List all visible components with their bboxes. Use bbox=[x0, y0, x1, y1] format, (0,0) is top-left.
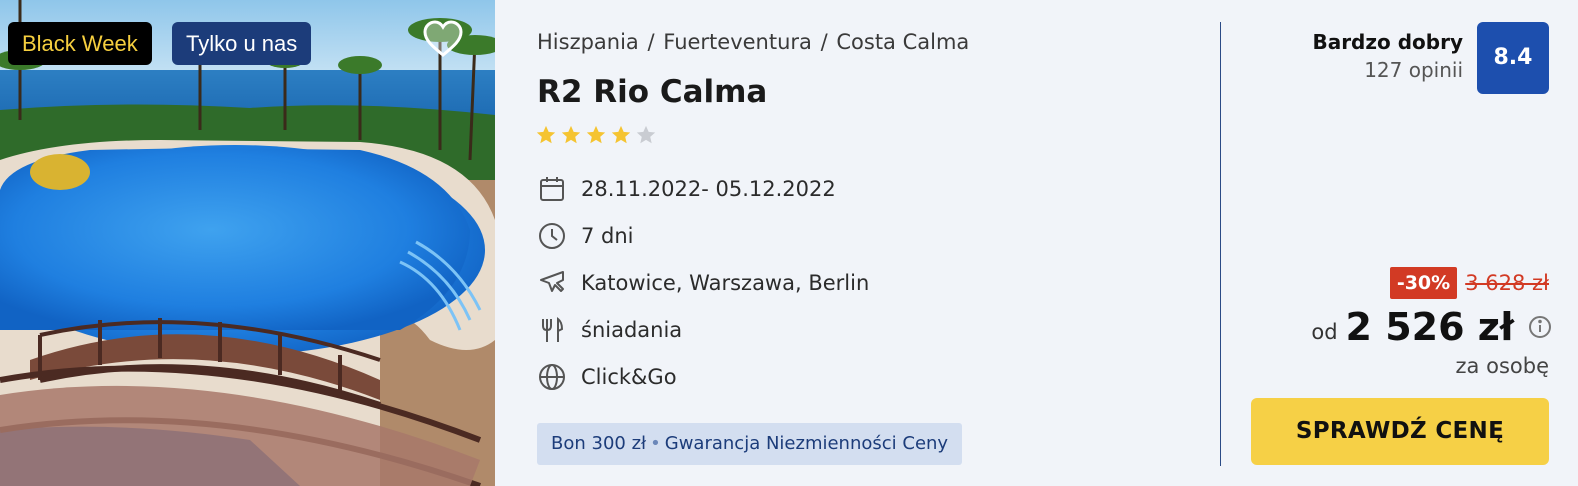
dates-text: 28.11.2022- 05.12.2022 bbox=[581, 177, 836, 201]
rating-label: Bardzo dobry bbox=[1312, 30, 1463, 54]
plane-icon bbox=[537, 268, 567, 298]
black-week-badge: Black Week bbox=[8, 22, 152, 65]
old-price: 3 628 zł bbox=[1465, 271, 1549, 295]
pool-illustration bbox=[0, 0, 495, 486]
breadcrumb-separator: / bbox=[820, 30, 828, 54]
per-person-label: za osobę bbox=[1455, 354, 1549, 378]
price-from-label: od bbox=[1311, 320, 1338, 344]
operator-row: Click&Go bbox=[537, 362, 677, 392]
hotel-photo[interactable]: Black Week Tylko u nas bbox=[0, 0, 495, 486]
breadcrumb-separator: / bbox=[647, 30, 655, 54]
star-filled-icon bbox=[536, 125, 556, 144]
breadcrumb-region[interactable]: Fuerteventura bbox=[663, 30, 812, 54]
exclusive-badge: Tylko u nas bbox=[172, 22, 312, 65]
promo-banner[interactable]: Bon 300 zł • Gwarancja Niezmienności Ceny bbox=[537, 423, 963, 465]
breadcrumb-city[interactable]: Costa Calma bbox=[836, 30, 969, 54]
star-filled-icon bbox=[611, 125, 631, 144]
duration-text: 7 dni bbox=[581, 224, 634, 248]
promo-dot: • bbox=[650, 433, 661, 454]
price-row: od 2 526 zł bbox=[1311, 305, 1552, 349]
discount-row: -30% 3 628 zł bbox=[1389, 267, 1549, 299]
duration-row: 7 dni bbox=[537, 221, 634, 251]
reviews-count[interactable]: 127 opinii bbox=[1364, 58, 1463, 82]
rating-score-badge: 8.4 bbox=[1477, 22, 1549, 94]
clock-icon bbox=[537, 221, 567, 251]
calendar-icon bbox=[537, 174, 567, 204]
operator-text: Click&Go bbox=[581, 365, 677, 389]
offer-card[interactable]: Black Week Tylko u nas Hiszpania / Fuert… bbox=[0, 0, 1578, 486]
voucher-text: Bon 300 zł bbox=[551, 433, 647, 454]
info-icon[interactable] bbox=[1528, 315, 1552, 339]
price-column: Bardzo dobry 127 opinii 8.4 -30% 3 628 z… bbox=[1222, 0, 1578, 486]
departure-row: Katowice, Warszawa, Berlin bbox=[537, 268, 869, 298]
column-divider bbox=[1220, 22, 1221, 466]
board-text: śniadania bbox=[581, 318, 683, 342]
hotel-name[interactable]: R2 Rio Calma bbox=[537, 74, 767, 110]
star-filled-icon bbox=[561, 125, 581, 144]
heart-outline-icon[interactable] bbox=[422, 20, 464, 60]
dates-row: 28.11.2022- 05.12.2022 bbox=[537, 174, 836, 204]
departure-text: Katowice, Warszawa, Berlin bbox=[581, 271, 870, 295]
star-filled-icon bbox=[586, 125, 606, 144]
board-row: śniadania bbox=[537, 315, 682, 345]
price-guarantee-text: Gwarancja Niezmienności Ceny bbox=[664, 433, 949, 454]
offer-info: Hiszpania / Fuerteventura / Costa Calma … bbox=[495, 0, 1220, 486]
check-price-button[interactable]: SPRAWDŹ CENĘ bbox=[1251, 398, 1549, 465]
cutlery-icon bbox=[537, 315, 567, 345]
globe-icon bbox=[537, 362, 567, 392]
current-price: 2 526 zł bbox=[1345, 305, 1514, 349]
star-empty-icon bbox=[636, 125, 656, 144]
breadcrumb: Hiszpania / Fuerteventura / Costa Calma bbox=[537, 30, 969, 54]
discount-badge: -30% bbox=[1389, 267, 1458, 299]
star-rating bbox=[535, 124, 657, 146]
breadcrumb-country[interactable]: Hiszpania bbox=[537, 30, 639, 54]
